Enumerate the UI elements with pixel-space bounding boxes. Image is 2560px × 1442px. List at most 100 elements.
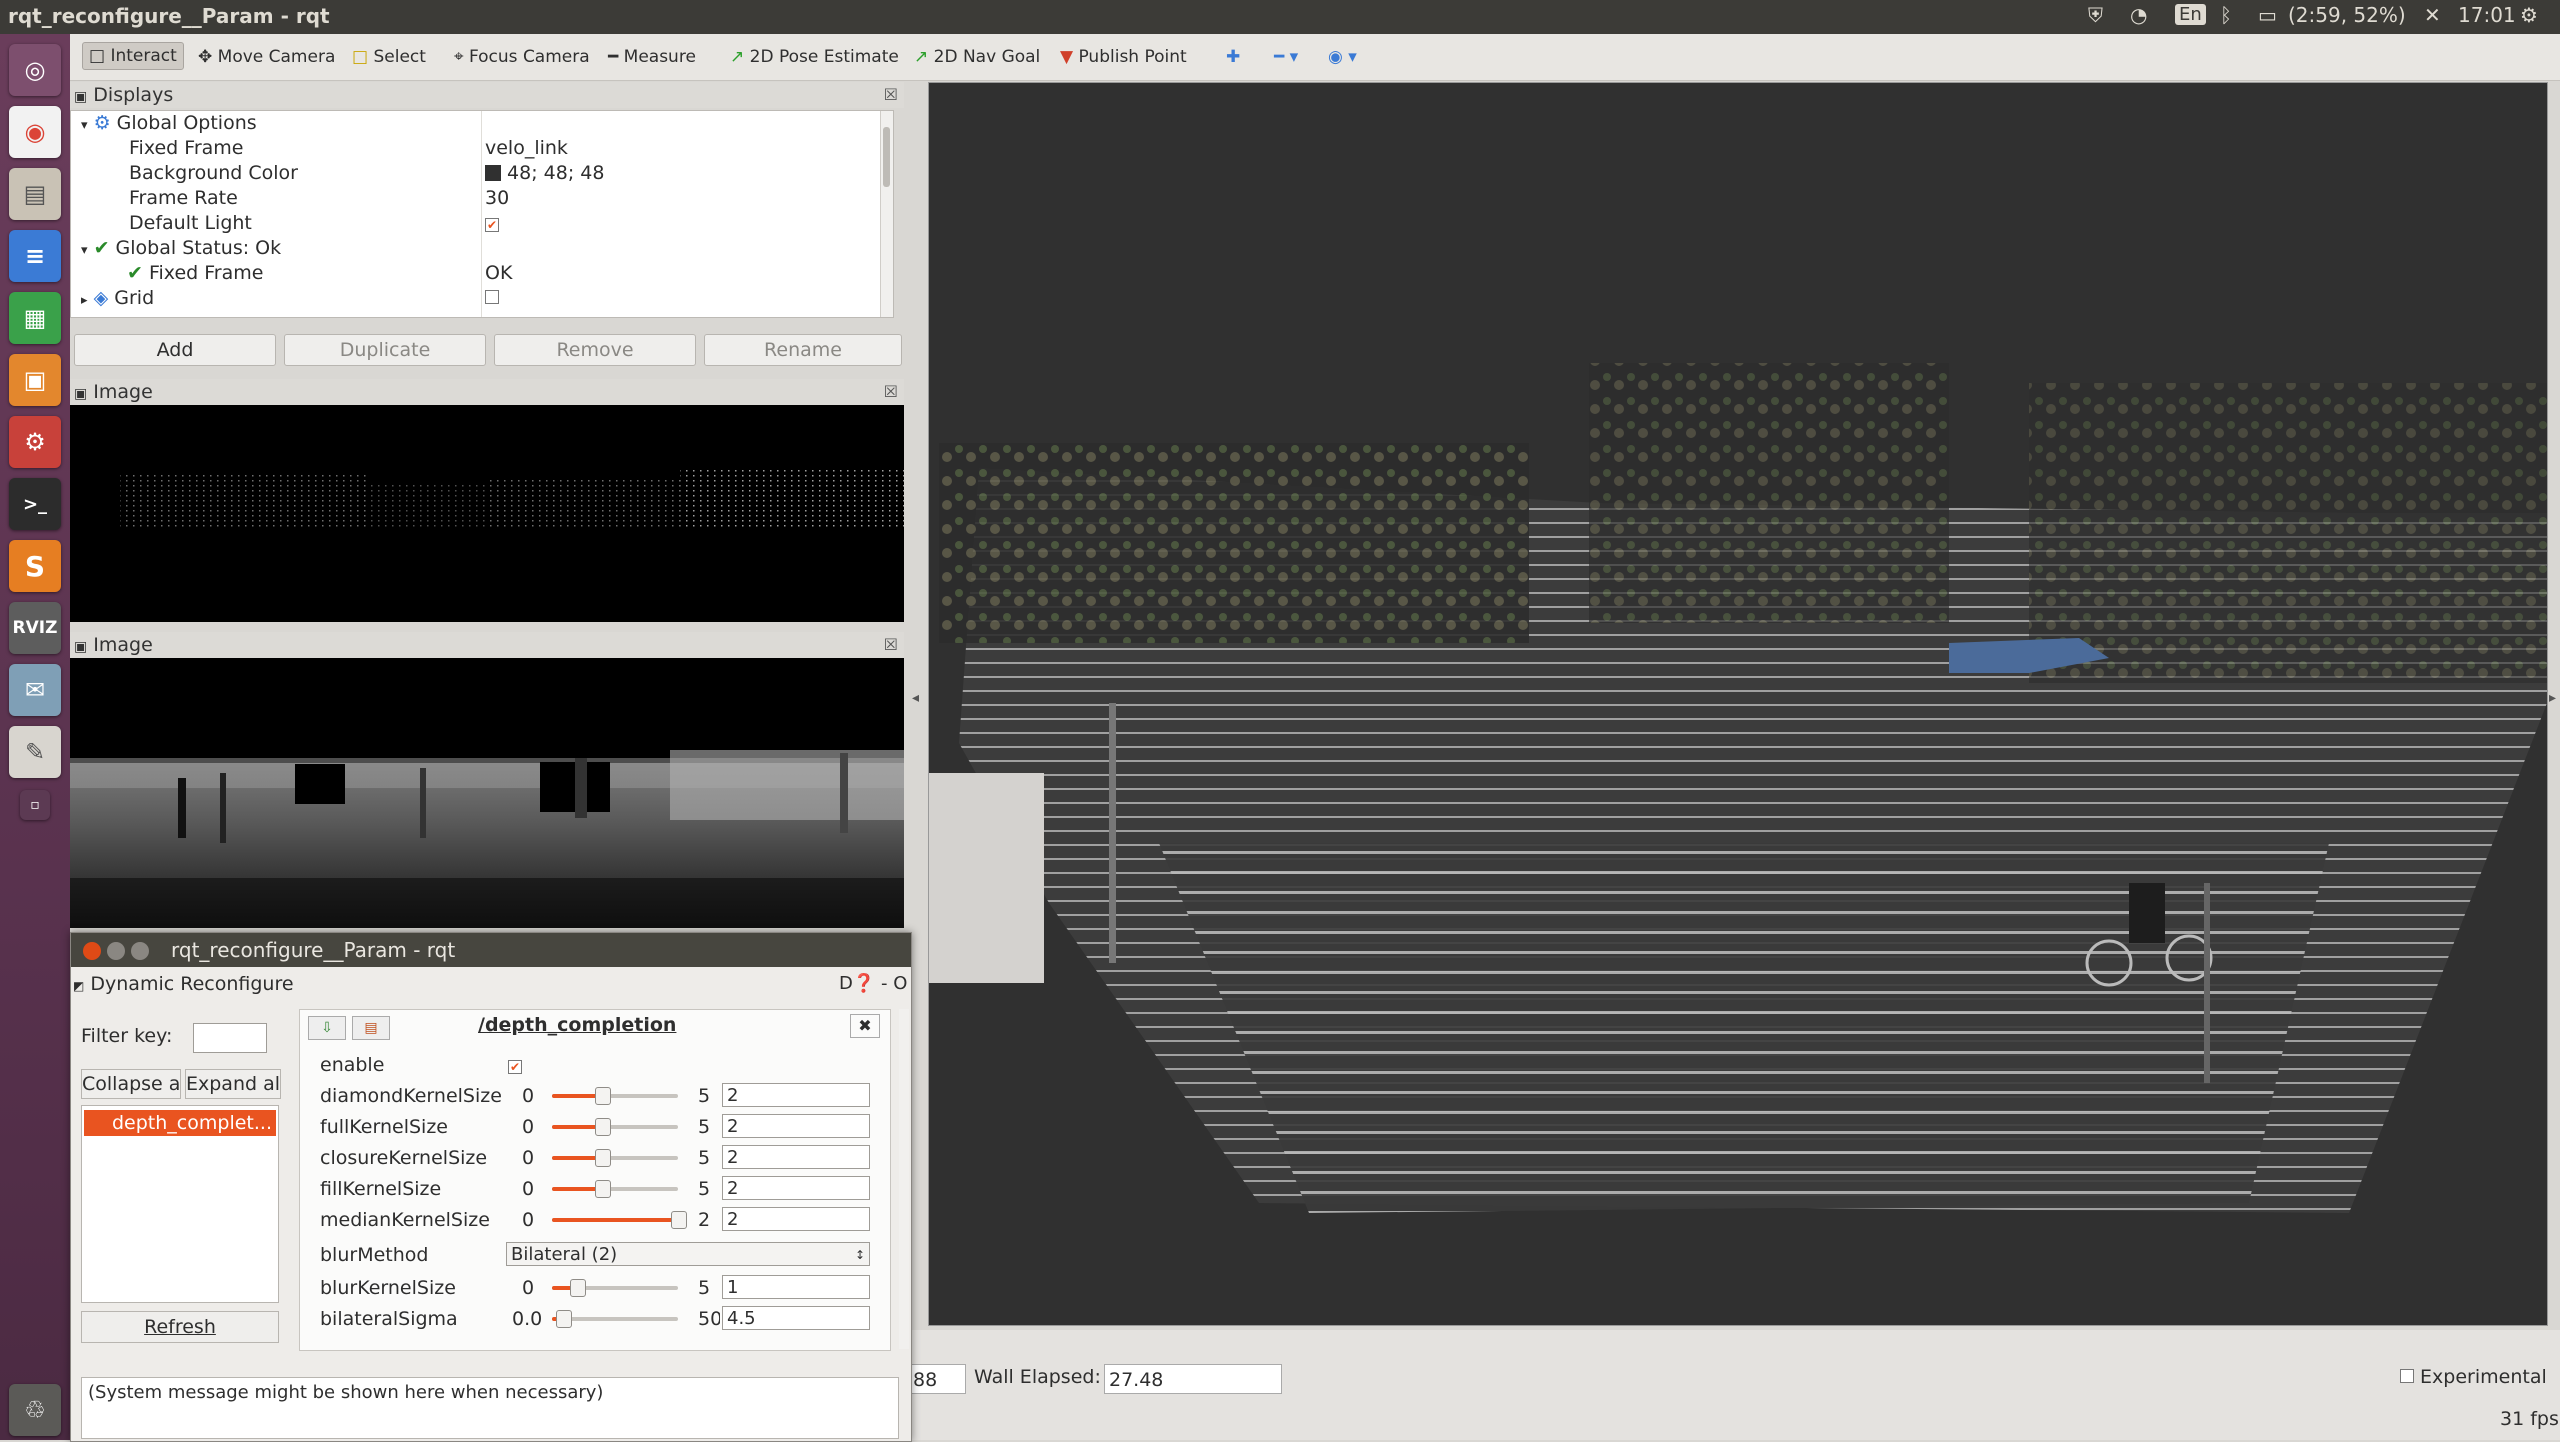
move-camera-tool[interactable]: ✥ Move Camera <box>192 44 341 70</box>
wall-elapsed-field[interactable]: 27.48 <box>1104 1364 1282 1394</box>
mail-icon[interactable]: ✉ <box>9 664 61 716</box>
power-gear-icon[interactable]: ⚙ <box>2520 3 2538 27</box>
checkbox-unchecked-icon[interactable] <box>485 290 499 304</box>
slider-knob[interactable] <box>595 1087 612 1105</box>
bluetooth-icon[interactable]: ᛒ <box>2220 3 2232 27</box>
writer-icon[interactable]: ≡ <box>9 230 61 282</box>
help-icon[interactable]: ❓ <box>853 973 875 994</box>
expand-arrow-icon[interactable]: ▸ <box>81 293 88 308</box>
background-color-field[interactable]: 48; 48; 48 <box>485 161 604 186</box>
save-params-button[interactable]: ⇩ <box>308 1016 346 1040</box>
refresh-button[interactable]: Refresh <box>81 1311 279 1343</box>
slider-knob[interactable] <box>556 1310 573 1328</box>
battery-icon[interactable]: ▭ <box>2258 3 2277 27</box>
fixed-frame-value[interactable]: velo_link <box>485 136 568 161</box>
param-slider[interactable] <box>552 1211 687 1229</box>
param-value-input[interactable]: 2 <box>722 1083 870 1107</box>
ubuntu-dash-icon[interactable]: ◎ <box>9 44 61 96</box>
filter-key-input[interactable] <box>193 1023 267 1053</box>
tree-row-global-status[interactable]: ▾ ✔ Global Status: Ok <box>81 236 281 261</box>
expand-all-button[interactable]: Expand all <box>185 1069 281 1099</box>
calc-icon[interactable]: ▦ <box>9 292 61 344</box>
chrome-icon[interactable]: ◉ <box>9 106 61 158</box>
sublime-icon[interactable]: S <box>9 540 61 592</box>
displays-tree[interactable]: ▾ ⚙ Global Options Fixed Frame velo_link… <box>70 110 894 318</box>
rqt-window-icon[interactable]: ▫ <box>20 790 50 820</box>
node-list[interactable]: depth_complet... <box>81 1105 279 1303</box>
load-params-button[interactable]: ▤ <box>352 1016 390 1040</box>
default-light-checkbox[interactable]: ✔ <box>485 211 499 236</box>
plugin-corner-buttons[interactable]: D❓ - O <box>839 973 907 994</box>
select-tool[interactable]: □ Select <box>346 44 432 70</box>
param-slider[interactable] <box>552 1310 678 1328</box>
rviz-icon[interactable]: RVIZ <box>9 602 61 654</box>
collapse-arrow-icon[interactable]: ▾ <box>81 243 88 258</box>
tree-row-grid[interactable]: ▸ ◈ Grid <box>81 286 154 311</box>
nav-goal-tool[interactable]: ↗ 2D Nav Goal <box>908 44 1046 70</box>
remove-tool-icon[interactable]: ━ ▾ <box>1268 44 1304 70</box>
param-value-input[interactable]: 4.5 <box>722 1306 870 1330</box>
battery-status[interactable]: (2:59, 52%) <box>2288 3 2406 27</box>
checkbox-checked-icon[interactable]: ✔ <box>485 218 499 232</box>
param-value-input[interactable]: 2 <box>722 1207 870 1231</box>
shield-icon[interactable]: ⛨ <box>2088 3 2103 27</box>
tree-row-status-fixed-frame[interactable]: ✔ Fixed Frame <box>127 261 263 286</box>
volume-muted-icon[interactable]: ✕ <box>2424 3 2441 27</box>
displays-scrollbar[interactable] <box>880 111 893 317</box>
keyboard-layout-indicator[interactable]: En <box>2175 4 2206 25</box>
text-editor-icon[interactable]: ✎ <box>9 726 61 778</box>
remove-display-button[interactable]: Remove <box>494 334 696 366</box>
scrollbar-thumb[interactable] <box>883 127 890 187</box>
publish-point-tool[interactable]: ▼ Publish Point <box>1054 44 1193 70</box>
param-slider[interactable] <box>552 1149 678 1167</box>
clock[interactable]: 17:01 <box>2458 3 2516 27</box>
pose-estimate-tool[interactable]: ↗ 2D Pose Estimate <box>724 44 905 70</box>
left-collapse-arrow-icon[interactable]: ◂ <box>912 690 919 706</box>
param-value-input[interactable]: 1 <box>722 1275 870 1299</box>
slider-knob[interactable] <box>595 1180 612 1198</box>
close-node-button[interactable]: ✖ <box>850 1014 880 1038</box>
add-tool-icon[interactable]: ✚ <box>1220 44 1246 70</box>
ros-elapsed-field[interactable]: 88 <box>910 1364 966 1394</box>
files-icon[interactable]: ▤ <box>9 168 61 220</box>
slider-knob[interactable] <box>570 1279 587 1297</box>
view-options-icon[interactable]: ◉ ▾ <box>1322 44 1363 70</box>
param-slider[interactable] <box>552 1180 678 1198</box>
param-slider[interactable] <box>552 1118 678 1136</box>
terminal-icon[interactable]: >_ <box>9 478 61 530</box>
measure-tool[interactable]: ━ Measure <box>602 44 702 70</box>
close-window-icon[interactable] <box>83 942 101 960</box>
close-icon[interactable]: ☒ <box>884 632 898 658</box>
collapse-arrow-icon[interactable]: ▾ <box>81 118 88 133</box>
rename-display-button[interactable]: Rename <box>704 334 902 366</box>
param-scrollbar[interactable] <box>899 1009 909 1349</box>
checkbox-checked-icon[interactable]: ✔ <box>508 1060 522 1074</box>
slider-knob[interactable] <box>595 1149 612 1167</box>
blur-method-select[interactable]: Bilateral (2) ↕ <box>506 1242 870 1266</box>
enable-checkbox[interactable]: ✔ <box>508 1050 522 1080</box>
param-slider[interactable] <box>552 1087 678 1105</box>
checkbox-unchecked-icon[interactable] <box>2400 1369 2414 1383</box>
node-item-depth-completion[interactable]: depth_complet... <box>84 1110 276 1136</box>
maximize-window-icon[interactable] <box>131 942 149 960</box>
experimental-checkbox[interactable]: Experimental <box>2400 1366 2547 1388</box>
settings-icon[interactable]: ⚙ <box>9 416 61 468</box>
frame-rate-value[interactable]: 30 <box>485 186 509 211</box>
add-display-button[interactable]: Add <box>74 334 276 366</box>
collapse-all-button[interactable]: Collapse all <box>81 1069 181 1099</box>
plugin-dock-label[interactable]: D <box>839 973 853 994</box>
grid-checkbox[interactable] <box>485 286 499 311</box>
duplicate-display-button[interactable]: Duplicate <box>284 334 486 366</box>
param-value-input[interactable]: 2 <box>722 1145 870 1169</box>
close-icon[interactable]: ☒ <box>884 82 898 108</box>
minimize-window-icon[interactable] <box>107 942 125 960</box>
trash-icon[interactable]: ♲ <box>9 1384 61 1436</box>
right-collapse-arrow-icon[interactable]: ▸ <box>2549 690 2556 706</box>
param-value-input[interactable]: 2 <box>722 1176 870 1200</box>
param-slider[interactable] <box>552 1279 678 1297</box>
wifi-icon[interactable]: ◔ <box>2130 3 2147 27</box>
param-value-input[interactable]: 2 <box>722 1114 870 1138</box>
interact-tool[interactable]: □ Interact <box>82 42 184 70</box>
rviz-3d-viewport[interactable] <box>928 82 2548 1326</box>
impress-icon[interactable]: ▣ <box>9 354 61 406</box>
